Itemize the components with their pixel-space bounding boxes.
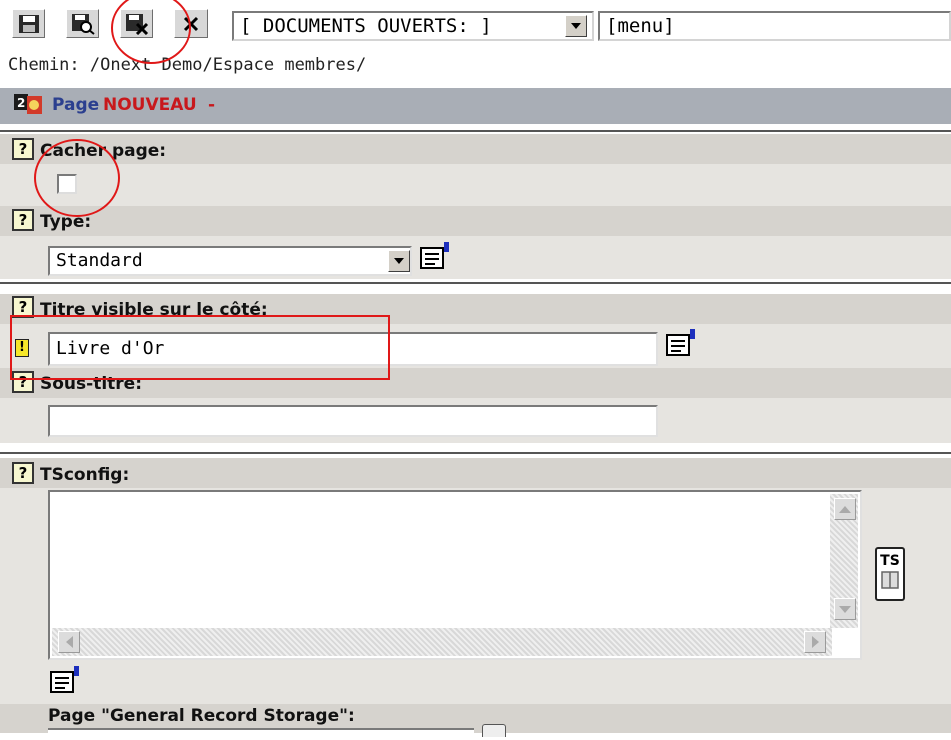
open-documents-value: [ DOCUMENTS OUVERTS: ] (240, 15, 492, 37)
subtitle-input[interactable] (48, 405, 658, 437)
record-header: 2 Page NOUVEAU - (0, 88, 951, 124)
save-view-button[interactable] (66, 9, 99, 38)
required-icon: ! (15, 339, 29, 357)
nav-title-value: Livre d'Or (56, 338, 165, 359)
horizontal-scrollbar[interactable] (52, 628, 832, 656)
divider (0, 130, 951, 132)
book-icon (881, 571, 899, 589)
save-view-icon (71, 13, 95, 35)
wizard-icon[interactable] (664, 327, 698, 357)
tsconfig-label-row (0, 458, 951, 488)
menu-field-value: [menu] (606, 15, 675, 37)
help-icon[interactable]: ? (12, 371, 34, 393)
menu-field[interactable]: [menu] (598, 11, 951, 41)
nav-title-label: Titre visible sur le côté: (40, 300, 268, 320)
open-documents-dropdown-icon[interactable] (565, 15, 587, 37)
help-icon[interactable]: ? (12, 296, 34, 318)
type-dropdown-icon[interactable] (388, 250, 410, 272)
help-icon[interactable]: ? (12, 462, 34, 484)
type-select[interactable]: Standard (48, 246, 412, 276)
subtitle-label-row (0, 368, 951, 398)
storage-label: Page "General Record Storage": (48, 706, 355, 726)
type-label-row (0, 206, 951, 236)
save-close-icon (125, 13, 148, 35)
storage-input[interactable] (48, 728, 474, 740)
help-icon[interactable]: ? (12, 138, 34, 160)
save-icon (18, 14, 39, 33)
divider (0, 452, 951, 454)
scroll-left-button[interactable] (58, 631, 80, 653)
wizard-icon[interactable] (48, 664, 82, 694)
ts-assistant-button[interactable]: TS (875, 547, 905, 601)
ts-button-label: TS (880, 553, 900, 569)
nav-title-input[interactable]: Livre d'Or (48, 332, 658, 366)
svg-text:2: 2 (17, 96, 25, 110)
help-icon[interactable]: ? (12, 209, 34, 231)
header-suffix: - (208, 95, 216, 115)
divider (0, 282, 951, 284)
close-icon (183, 16, 199, 31)
hide-page-checkbox[interactable] (57, 174, 77, 194)
save-button[interactable] (12, 9, 45, 38)
scroll-up-button[interactable] (834, 498, 856, 520)
page-new-icon: 2 (14, 94, 42, 114)
header-prefix: Page (52, 95, 100, 115)
subtitle-label: Sous-titre: (40, 374, 142, 394)
open-documents-select[interactable]: [ DOCUMENTS OUVERTS: ] (232, 11, 594, 41)
hide-page-body (0, 164, 951, 206)
type-label: Type: (40, 212, 92, 232)
scroll-right-button[interactable] (804, 631, 826, 653)
wizard-icon[interactable] (418, 240, 452, 270)
close-button[interactable] (174, 9, 208, 38)
path-breadcrumb: Chemin: /Onext Demo/Espace membres/ (8, 55, 367, 75)
type-select-value: Standard (56, 250, 143, 271)
save-close-button[interactable] (120, 9, 153, 38)
scroll-down-button[interactable] (834, 598, 856, 620)
header-status: NOUVEAU (103, 95, 197, 115)
hide-page-label: Cacher page: (40, 141, 167, 161)
browse-icon[interactable] (482, 724, 506, 737)
tsconfig-label: TSconfig: (40, 465, 130, 485)
